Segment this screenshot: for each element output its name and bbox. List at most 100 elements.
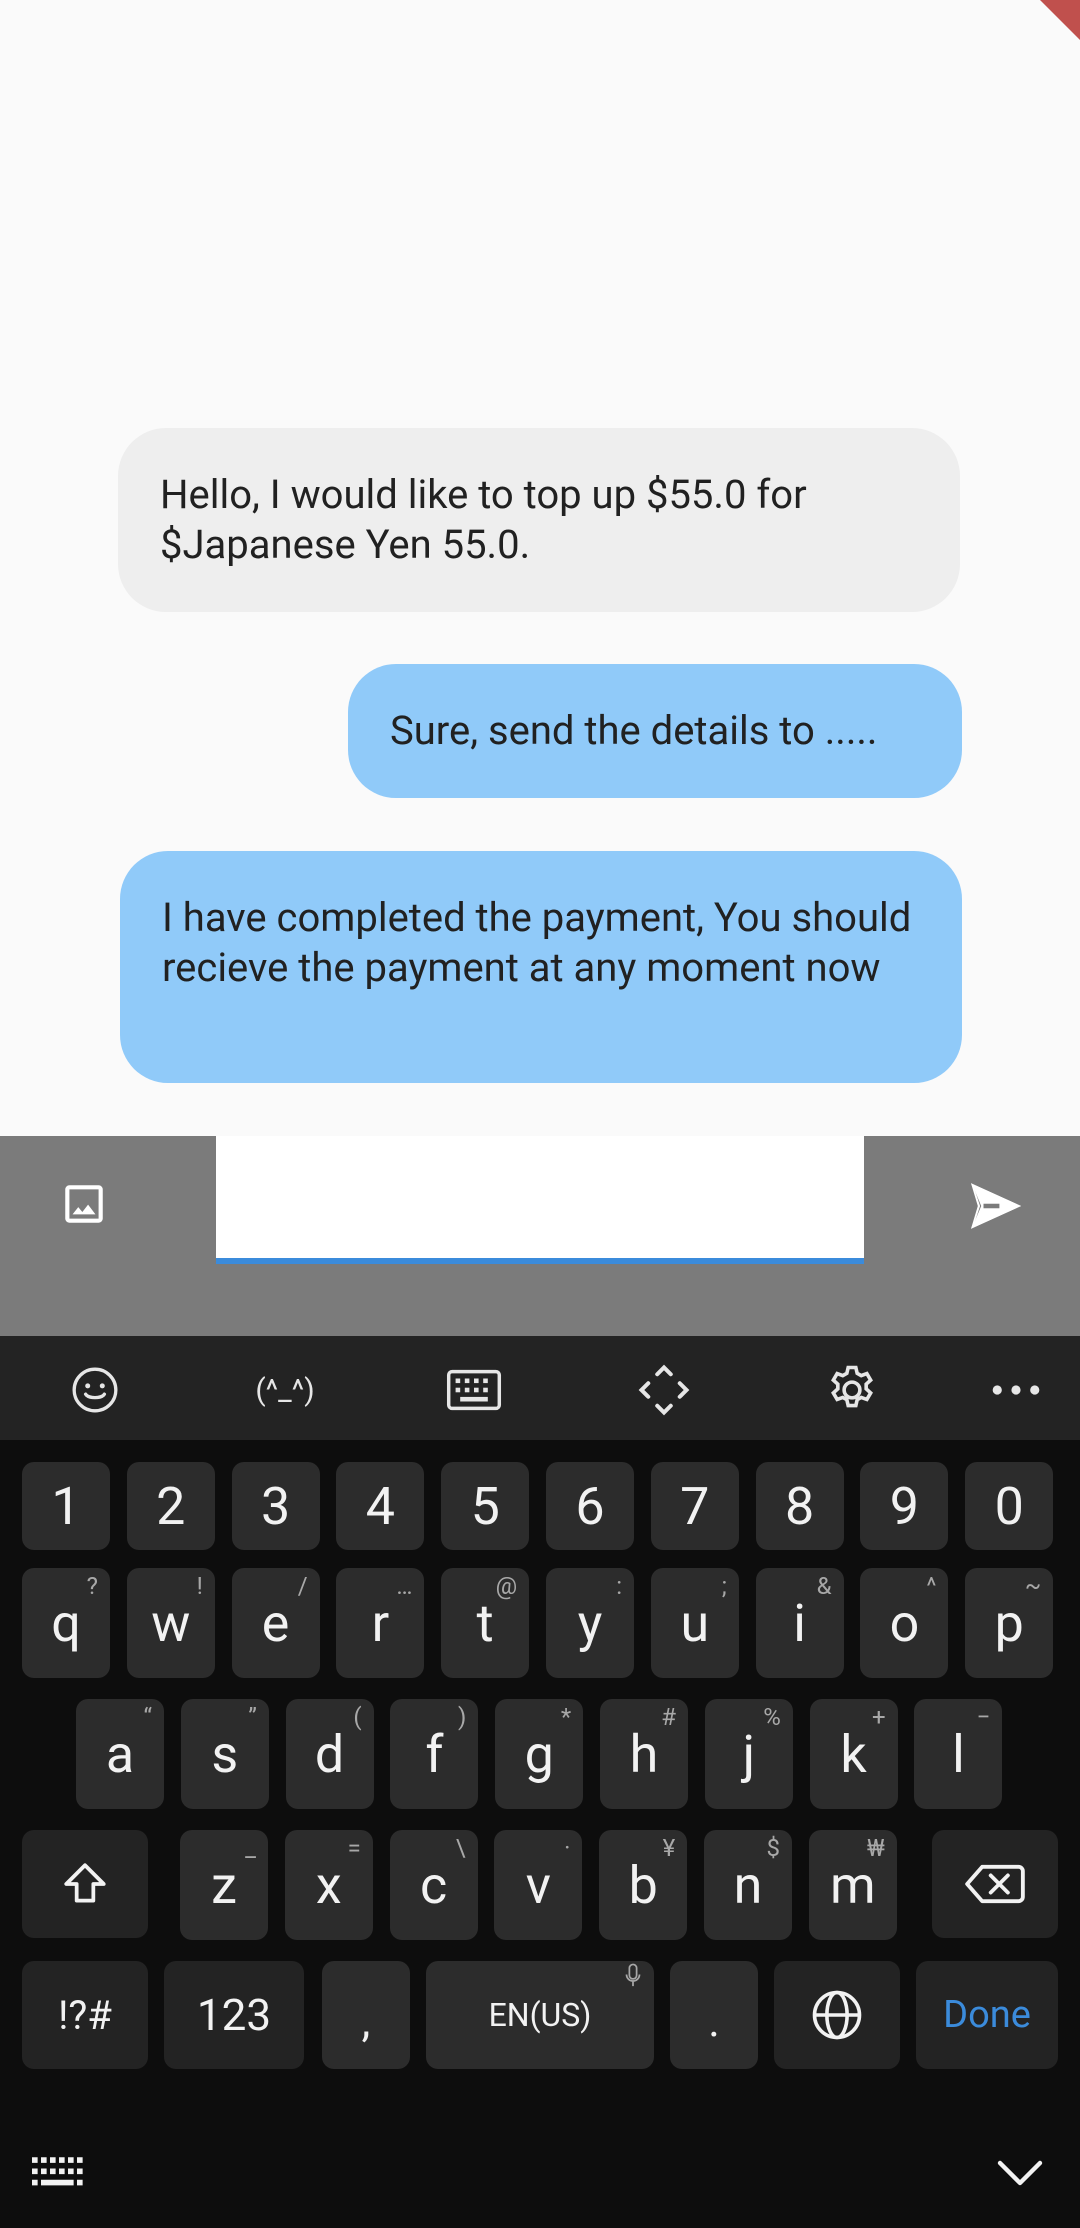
key-a[interactable]: a “ xyxy=(76,1699,164,1809)
keyboard-icon[interactable] xyxy=(444,1360,504,1420)
key-hint: ! xyxy=(196,1572,203,1600)
settings-icon[interactable] xyxy=(822,1360,882,1420)
key-hint: # xyxy=(661,1703,676,1731)
key-r[interactable]: r… xyxy=(336,1568,425,1678)
more-icon[interactable] xyxy=(986,1360,1046,1420)
key-j[interactable]: j% xyxy=(704,1699,793,1809)
key-hint: @ xyxy=(495,1572,518,1600)
key-hint: ( xyxy=(353,1703,362,1731)
key-label: z xyxy=(211,1854,237,1916)
key-p[interactable]: p ~ xyxy=(965,1568,1054,1678)
key-label: 0 xyxy=(994,1475,1024,1537)
emoji-icon[interactable] xyxy=(65,1360,125,1420)
key-z[interactable]: z _ xyxy=(180,1830,268,1940)
key-label: g xyxy=(524,1723,554,1785)
cursor-move-icon[interactable] xyxy=(634,1360,694,1420)
key-h[interactable]: h # xyxy=(600,1699,688,1809)
key-hint: * xyxy=(560,1703,572,1731)
key-label: i xyxy=(793,1592,806,1654)
key-label: x xyxy=(315,1854,342,1916)
key-hint: = xyxy=(347,1834,361,1862)
key-label: c xyxy=(419,1854,448,1916)
key-hint: % xyxy=(763,1703,781,1731)
key-hint: · xyxy=(564,1834,571,1862)
key-label: q xyxy=(51,1592,81,1654)
key-m[interactable]: m ₩ xyxy=(808,1830,897,1940)
key-8[interactable]: 8 xyxy=(755,1462,844,1550)
key-0[interactable]: 0 xyxy=(965,1462,1054,1550)
key-label: 7 xyxy=(680,1475,710,1537)
keyboard-switch-icon[interactable] xyxy=(32,2156,86,2194)
key-label: . xyxy=(708,1995,720,2047)
key-d[interactable]: d( xyxy=(285,1699,374,1809)
period-key[interactable]: . xyxy=(670,1961,758,2069)
symbols-key[interactable]: !?# xyxy=(22,1961,148,2069)
debug-banner xyxy=(1040,0,1080,40)
key-y[interactable]: y: xyxy=(546,1568,634,1678)
key-label: b xyxy=(628,1854,658,1916)
key-hint: / xyxy=(297,1572,308,1600)
key-t[interactable]: t @ xyxy=(441,1568,530,1678)
space-key[interactable]: EN(US) xyxy=(426,1961,654,2069)
soft-keyboard: (^_^) !?# 123 , EN(US) . Done 1 2 3 4 5 … xyxy=(0,1336,1080,2228)
numbers-key[interactable]: 123 xyxy=(164,1961,304,2069)
key-hint: … xyxy=(396,1572,413,1600)
key-o[interactable]: o ^ xyxy=(860,1568,949,1678)
key-l[interactable]: l − xyxy=(914,1699,1003,1809)
key-f[interactable]: f) xyxy=(390,1699,479,1809)
key-label: 1 xyxy=(51,1475,81,1537)
key-hint: ? xyxy=(86,1572,98,1600)
key-4[interactable]: 4 xyxy=(336,1462,425,1550)
key-label: 123 xyxy=(196,1989,272,2041)
hide-keyboard-icon[interactable] xyxy=(996,2158,1044,2192)
key-label: 9 xyxy=(889,1475,919,1537)
send-icon[interactable] xyxy=(964,1174,1028,1238)
key-label: n xyxy=(733,1854,763,1916)
key-c[interactable]: c \ xyxy=(389,1830,478,1940)
key-label: h xyxy=(629,1723,659,1785)
key-hint: : xyxy=(616,1572,622,1600)
key-3[interactable]: 3 xyxy=(231,1462,320,1550)
key-hint: ” xyxy=(248,1703,257,1731)
key-9[interactable]: 9 xyxy=(860,1462,949,1550)
shift-key[interactable] xyxy=(22,1830,148,1938)
key-label: d xyxy=(314,1723,345,1785)
key-7[interactable]: 7 xyxy=(650,1462,739,1550)
key-q[interactable]: q? xyxy=(22,1568,110,1678)
message-text: Sure, send the details to ..... xyxy=(390,707,878,754)
key-label: m xyxy=(829,1854,876,1916)
key-w[interactable]: w! xyxy=(126,1568,215,1678)
message-text: Hello, I would like to top up $55.0 for … xyxy=(160,471,807,568)
key-label: w xyxy=(151,1592,191,1654)
key-6[interactable]: 6 xyxy=(546,1462,634,1550)
key-x[interactable]: x = xyxy=(284,1830,373,1940)
key-label: k xyxy=(840,1723,867,1785)
message-composer xyxy=(0,1136,1080,1336)
image-icon[interactable] xyxy=(54,1174,114,1234)
key-1[interactable]: 1 xyxy=(22,1462,110,1550)
message-bubble-sent: Sure, send the details to ..... xyxy=(348,664,962,798)
keyboard-toolbar: (^_^) xyxy=(0,1336,1080,1440)
kaomoji-button[interactable]: (^_^) xyxy=(250,1360,320,1420)
comma-key[interactable]: , xyxy=(322,1961,410,2069)
key-n[interactable]: n $ xyxy=(704,1830,792,1940)
key-e[interactable]: e / xyxy=(231,1568,320,1678)
message-input[interactable] xyxy=(216,1136,864,1264)
key-5[interactable]: 5 xyxy=(441,1462,530,1550)
key-hint: ₩ xyxy=(867,1834,885,1862)
key-2[interactable]: 2 xyxy=(126,1462,215,1550)
key-g[interactable]: g * xyxy=(495,1699,584,1809)
key-k[interactable]: k + xyxy=(809,1699,898,1809)
language-key[interactable] xyxy=(774,1961,900,2069)
key-u[interactable]: u; xyxy=(650,1568,739,1678)
key-hint: \ xyxy=(455,1834,466,1862)
key-i[interactable]: i & xyxy=(755,1568,844,1678)
key-label: o xyxy=(889,1592,920,1654)
key-v[interactable]: v · xyxy=(494,1830,583,1940)
done-key[interactable]: Done xyxy=(916,1961,1058,2069)
backspace-key[interactable] xyxy=(932,1830,1058,1938)
key-hint: _ xyxy=(245,1834,256,1862)
key-b[interactable]: b ¥ xyxy=(599,1830,688,1940)
key-s[interactable]: s” xyxy=(180,1699,269,1809)
key-hint: $ xyxy=(766,1834,781,1862)
